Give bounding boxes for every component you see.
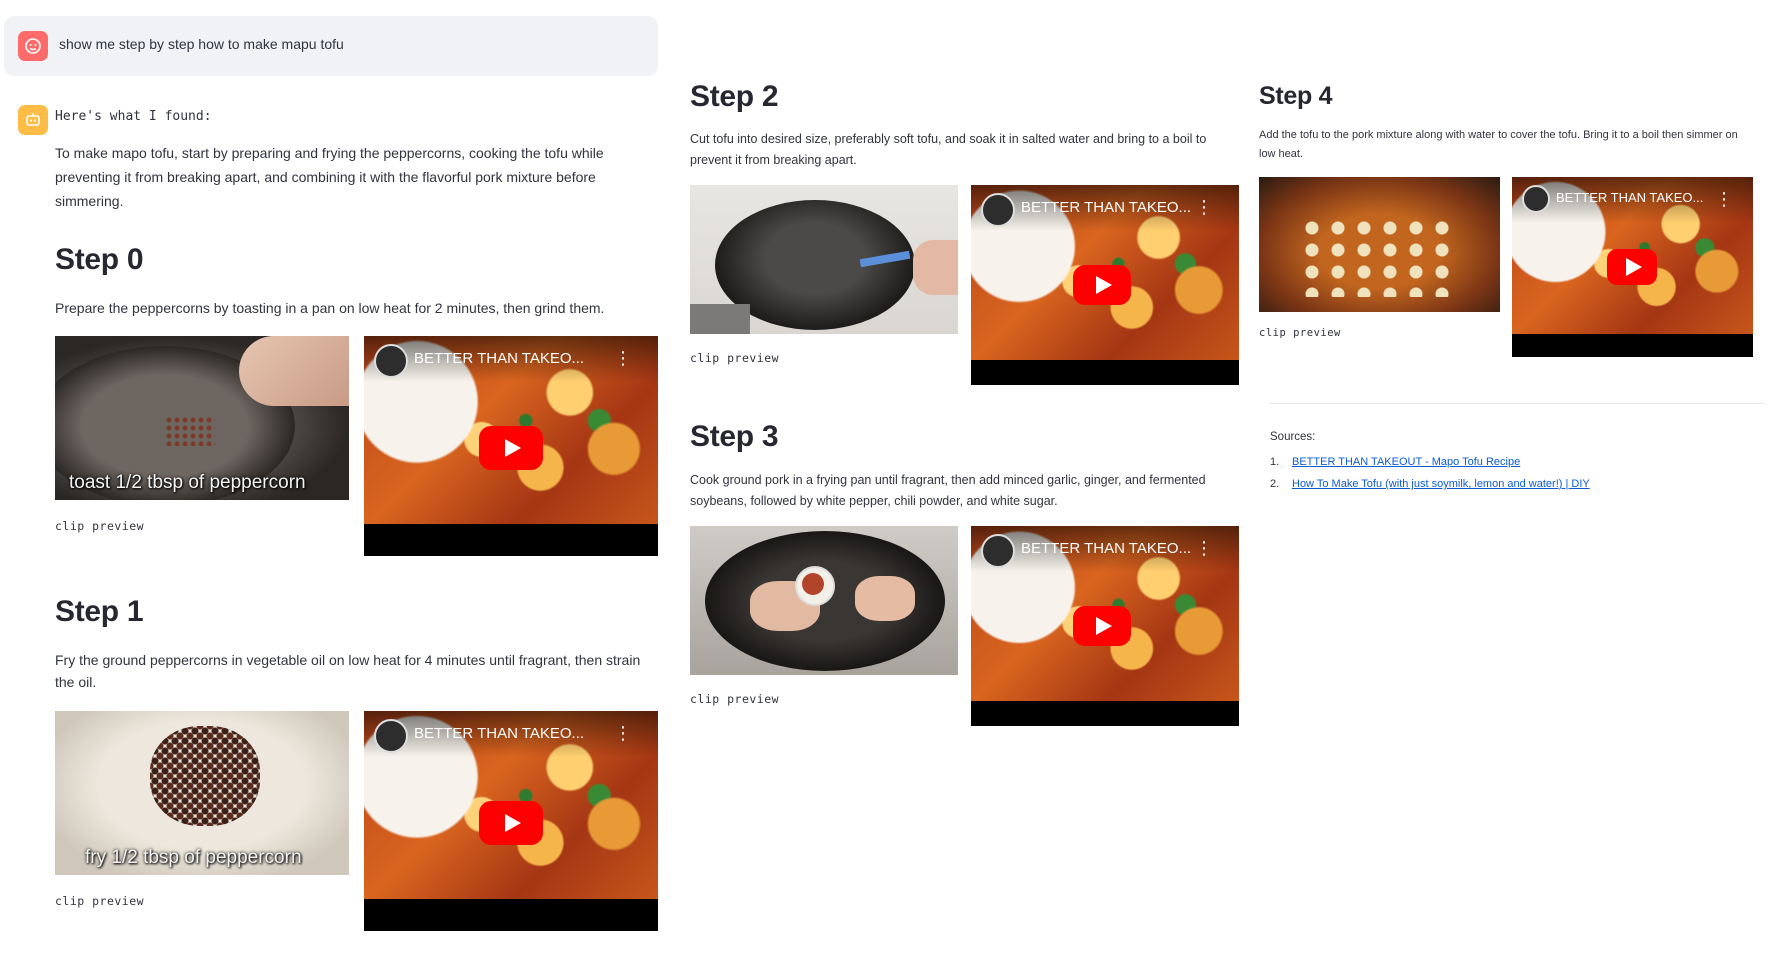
play-icon	[1096, 617, 1112, 635]
clip-preview-image[interactable]	[1259, 177, 1500, 312]
play-icon	[505, 439, 521, 457]
video-title[interactable]: BETTER THAN TAKEO...	[1021, 540, 1191, 557]
more-vertical-icon[interactable]: ⋮	[614, 349, 632, 367]
channel-avatar[interactable]	[374, 344, 408, 378]
robot-icon	[26, 113, 40, 126]
play-icon	[1096, 276, 1112, 294]
clip-caption: clip preview	[690, 351, 780, 365]
step-description: Add the tofu to the pork mixture along w…	[1259, 129, 1738, 160]
source-number: 2.	[1270, 478, 1280, 490]
step-description: Fry the ground peppercorns in vegetable …	[55, 652, 641, 690]
channel-avatar[interactable]	[981, 193, 1015, 227]
clip-caption: clip preview	[55, 894, 145, 908]
divider	[1270, 403, 1765, 404]
bot-intro: Here's what I found:	[55, 109, 212, 124]
play-button[interactable]	[1607, 249, 1657, 285]
step-title: Step 2	[690, 80, 779, 113]
step-title: Step 4	[1259, 82, 1333, 110]
play-icon	[1626, 258, 1642, 276]
clip-preview-image[interactable]: fry 1/2 tbsp of peppercorn	[55, 711, 349, 875]
channel-avatar[interactable]	[981, 534, 1015, 568]
user-message-text: show me step by step how to make mapu to…	[59, 36, 344, 52]
more-vertical-icon[interactable]: ⋮	[1715, 190, 1733, 208]
clip-preview-image[interactable]: toast 1/2 tbsp of peppercorn	[55, 336, 349, 500]
video-embed[interactable]: BETTER THAN TAKEO... ⋮	[1512, 177, 1753, 357]
video-title[interactable]: BETTER THAN TAKEO...	[1556, 190, 1703, 205]
face-icon	[25, 38, 41, 54]
more-vertical-icon[interactable]: ⋮	[1195, 539, 1213, 557]
source-link[interactable]: How To Make Tofu (with just soymilk, lem…	[1292, 478, 1590, 500]
video-title[interactable]: BETTER THAN TAKEO...	[1021, 199, 1191, 216]
channel-avatar[interactable]	[1522, 185, 1550, 213]
step-description: Cook ground pork in a frying pan until f…	[690, 473, 1206, 508]
user-message: show me step by step how to make mapu to…	[4, 16, 658, 76]
play-button[interactable]	[1073, 606, 1131, 646]
clip-preview-image[interactable]	[690, 185, 958, 334]
video-embed[interactable]: BETTER THAN TAKEO... ⋮	[971, 185, 1239, 385]
sources-list: 1. BETTER THAN TAKEOUT - Mapo Tofu Recip…	[1270, 456, 1590, 500]
play-icon	[505, 814, 521, 832]
channel-avatar[interactable]	[374, 719, 408, 753]
sources-label: Sources:	[1270, 431, 1316, 443]
video-embed[interactable]: BETTER THAN TAKEO... ⋮	[364, 336, 658, 556]
video-embed[interactable]: BETTER THAN TAKEO... ⋮	[971, 526, 1239, 726]
clip-overlay-text: fry 1/2 tbsp of peppercorn	[85, 847, 302, 868]
source-item: 1. BETTER THAN TAKEOUT - Mapo Tofu Recip…	[1270, 456, 1590, 478]
step-title: Step 3	[690, 420, 779, 453]
clip-caption: clip preview	[690, 692, 780, 706]
source-link[interactable]: BETTER THAN TAKEOUT - Mapo Tofu Recipe	[1292, 456, 1520, 478]
video-title[interactable]: BETTER THAN TAKEO...	[414, 725, 584, 742]
more-vertical-icon[interactable]: ⋮	[1195, 198, 1213, 216]
bot-avatar	[18, 105, 48, 135]
play-button[interactable]	[1073, 265, 1131, 305]
step-title: Step 0	[55, 243, 144, 276]
clip-caption: clip preview	[1259, 327, 1341, 339]
bot-summary: To make mapo tofu, start by preparing an…	[55, 145, 604, 209]
video-embed[interactable]: BETTER THAN TAKEO... ⋮	[364, 711, 658, 931]
clip-preview-image[interactable]	[690, 526, 958, 675]
step-description: Cut tofu into desired size, preferably s…	[690, 132, 1207, 167]
clip-overlay-text: toast 1/2 tbsp of peppercorn	[69, 472, 306, 493]
play-button[interactable]	[479, 801, 543, 845]
step-description: Prepare the peppercorns by toasting in a…	[55, 300, 605, 316]
video-title[interactable]: BETTER THAN TAKEO...	[414, 350, 584, 367]
step-title: Step 1	[55, 595, 144, 628]
play-button[interactable]	[479, 426, 543, 470]
source-number: 1.	[1270, 456, 1280, 468]
clip-caption: clip preview	[55, 519, 145, 533]
source-item: 2. How To Make Tofu (with just soymilk, …	[1270, 478, 1590, 500]
user-avatar	[18, 31, 48, 61]
more-vertical-icon[interactable]: ⋮	[614, 724, 632, 742]
